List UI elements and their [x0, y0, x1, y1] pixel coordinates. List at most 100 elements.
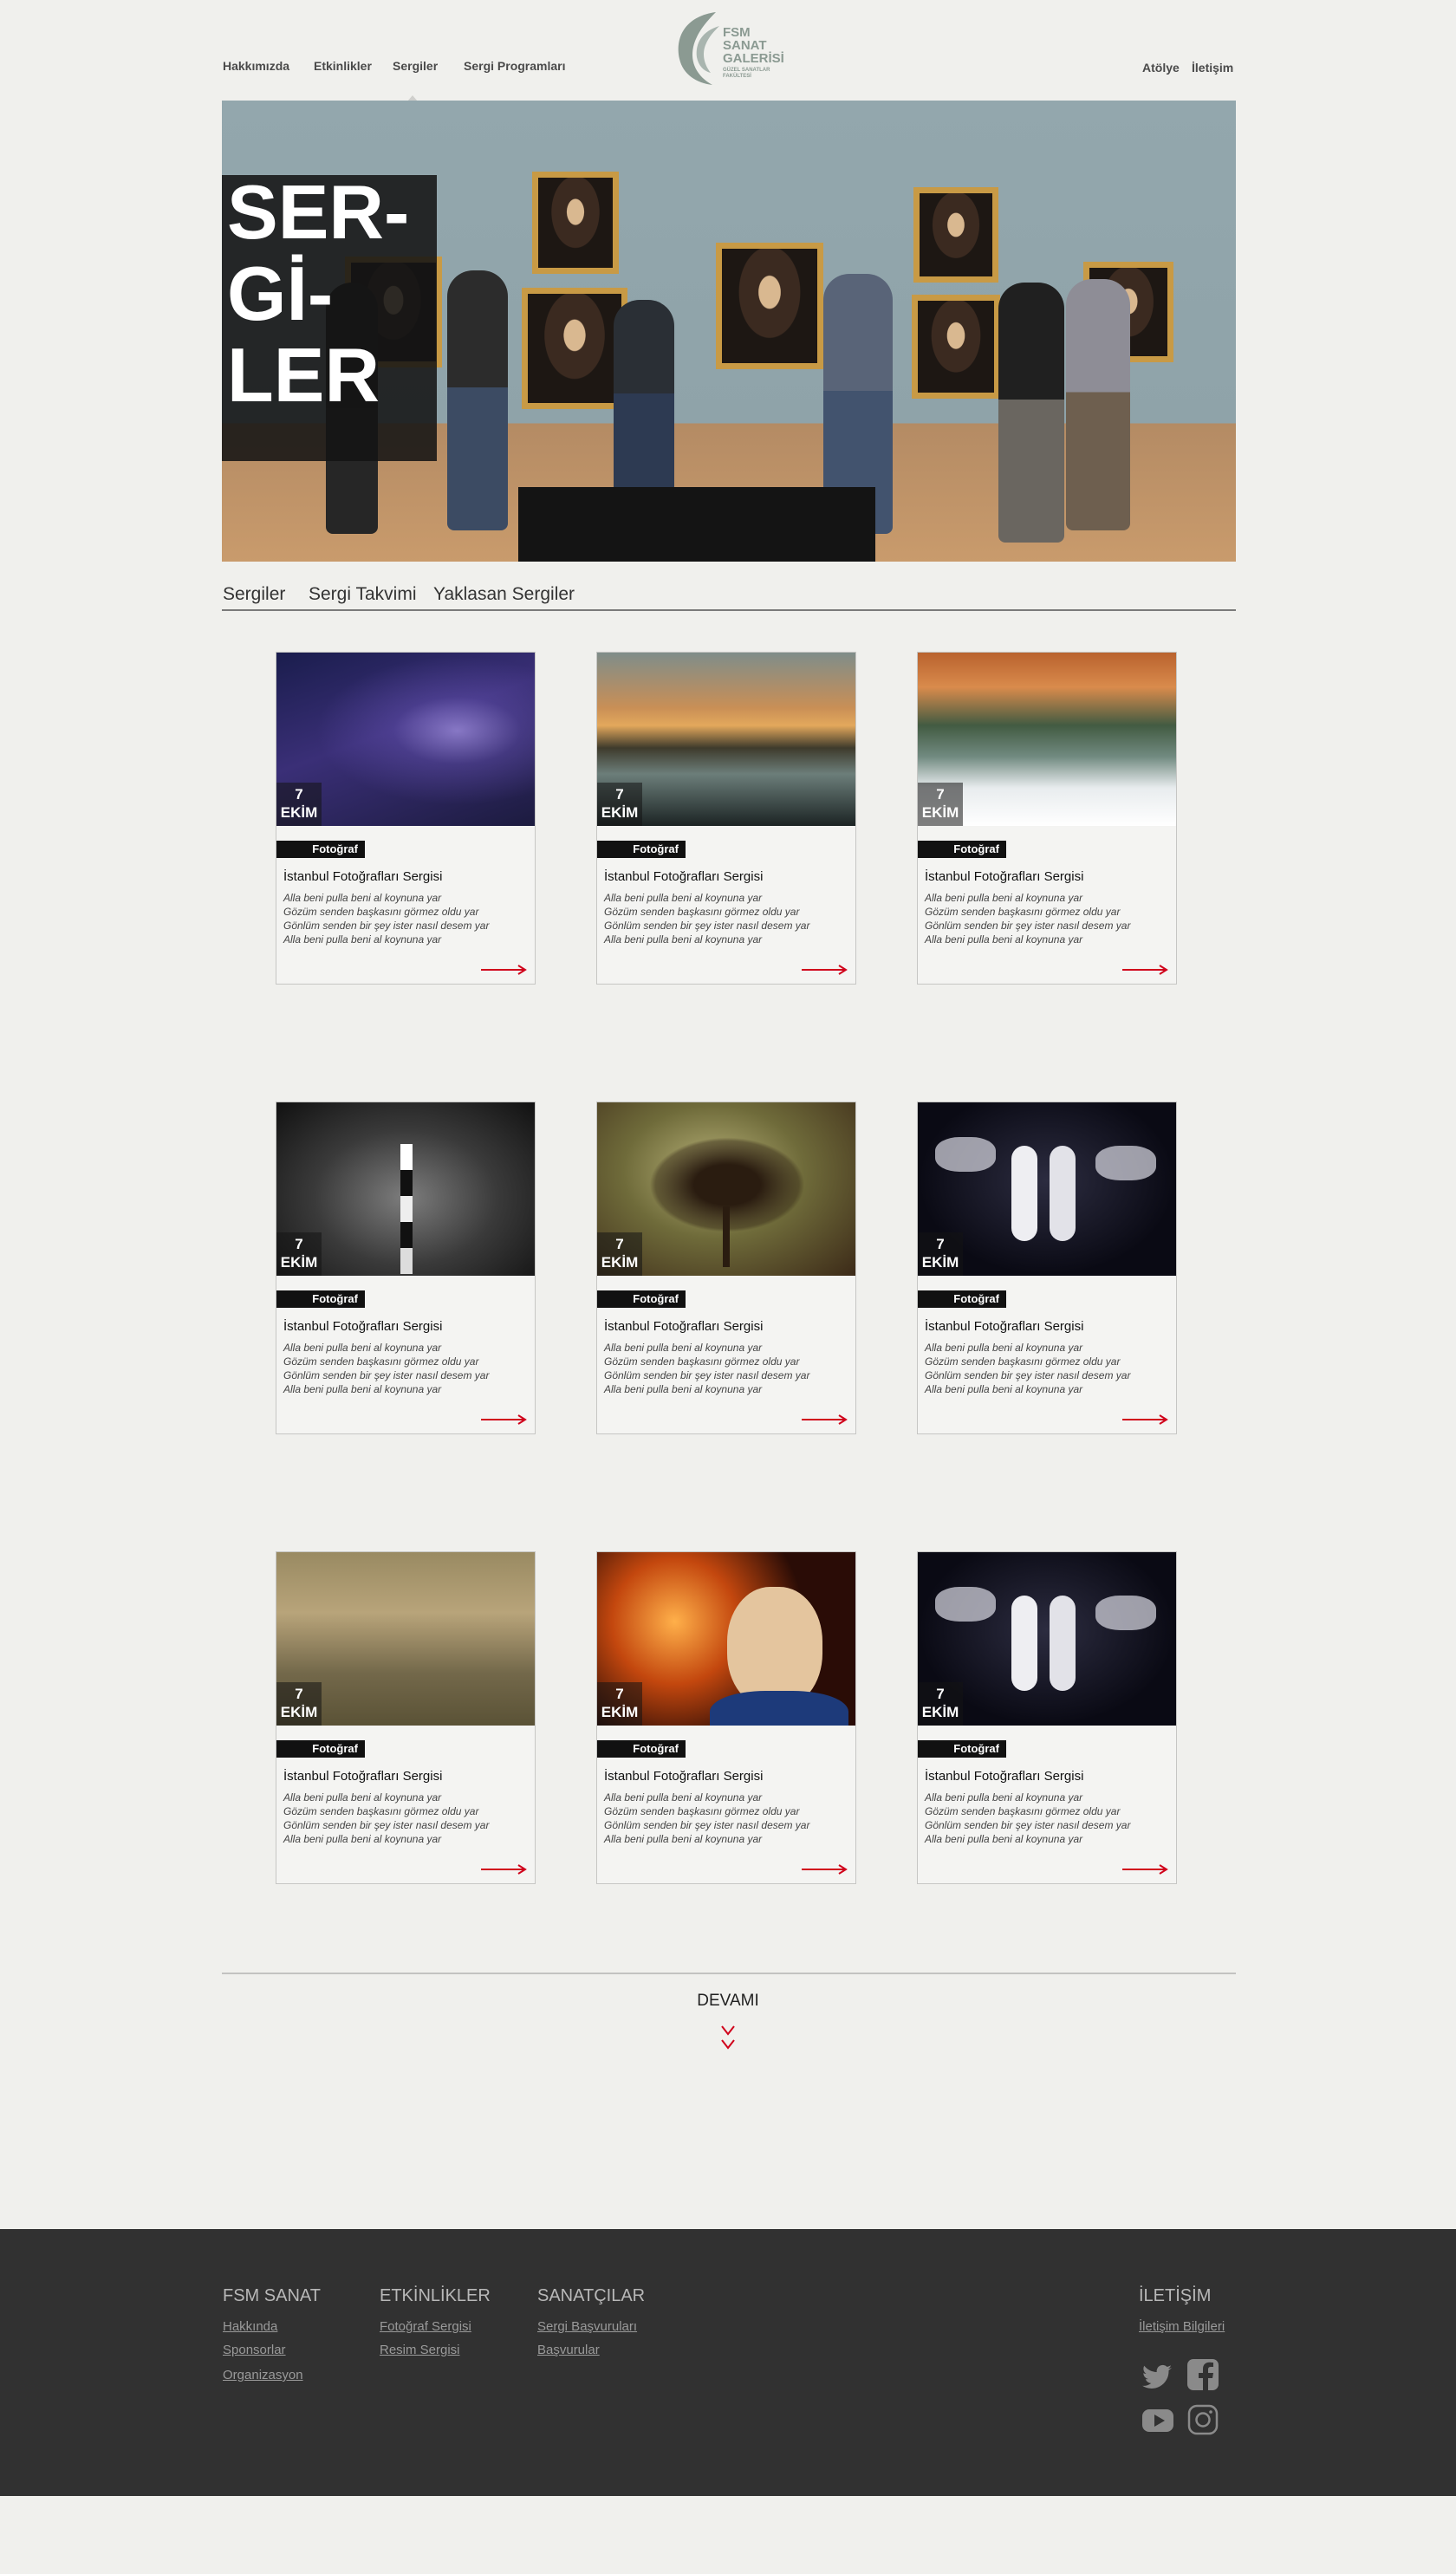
nav-link-atolye[interactable]: Atölye	[1142, 61, 1180, 75]
card-description: Alla beni pulla beni al koynuna yar Gözü…	[283, 1791, 489, 1846]
date-badge: 7 EKİM	[276, 783, 322, 826]
more-button[interactable]: DEVAMI	[685, 1992, 771, 2011]
arrow-right-icon[interactable]	[481, 965, 528, 975]
description-line: Gözüm senden başkasını görmez oldu yar	[604, 1805, 800, 1817]
card-title[interactable]: İstanbul Fotoğrafları Sergisi	[283, 1769, 442, 1784]
exhibition-card[interactable]: 7 EKİM Fotoğraf İstanbul Fotoğrafları Se…	[276, 1551, 536, 1884]
exhibition-card[interactable]: 7 EKİM Fotoğraf İstanbul Fotoğrafları Se…	[596, 1102, 856, 1434]
card-title[interactable]: İstanbul Fotoğrafları Sergisi	[925, 1319, 1083, 1334]
gallery-portrait	[532, 172, 619, 274]
card-title[interactable]: İstanbul Fotoğrafları Sergisi	[604, 1319, 763, 1334]
gallery-portrait	[716, 243, 823, 369]
category-badge: Fotoğraf	[276, 1740, 365, 1758]
footer-link-basvurular[interactable]: Başvurular	[537, 2343, 600, 2357]
arrow-right-icon[interactable]	[802, 1864, 848, 1875]
date-badge: 7 EKİM	[918, 1682, 963, 1726]
description-line: Alla beni pulla beni al koynuna yar	[925, 1791, 1083, 1804]
footer-link-hakkinda[interactable]: Hakkında	[223, 2319, 277, 2334]
date-month: EKİM	[921, 1704, 959, 1720]
exhibition-card[interactable]: 7 EKİM Fotoğraf İstanbul Fotoğrafları Se…	[276, 652, 536, 985]
description-line: Gönlüm senden bir şey ister nasıl desem …	[604, 920, 810, 932]
youtube-icon[interactable]	[1141, 2402, 1175, 2437]
date-badge: 7 EKİM	[918, 783, 963, 826]
card-description: Alla beni pulla beni al koynuna yar Gözü…	[925, 891, 1130, 946]
nav-link-hakkimizda[interactable]: Hakkımızda	[223, 59, 289, 73]
exhibition-card[interactable]: 7 EKİM Fotoğraf İstanbul Fotoğrafları Se…	[917, 1102, 1177, 1434]
date-month: EKİM	[601, 1254, 639, 1271]
description-line: Gözüm senden başkasını görmez oldu yar	[283, 1805, 479, 1817]
description-line: Alla beni pulla beni al koynuna yar	[604, 1833, 763, 1845]
instagram-icon[interactable]	[1186, 2402, 1220, 2437]
arrow-right-icon[interactable]	[1122, 965, 1169, 975]
facebook-icon[interactable]	[1186, 2357, 1220, 2392]
tab-sergiler[interactable]: Sergiler	[223, 584, 285, 605]
date-day: 7	[615, 786, 624, 803]
description-line: Alla beni pulla beni al koynuna yar	[925, 1342, 1083, 1354]
description-line: Gönlüm senden bir şey ister nasıl desem …	[283, 920, 490, 932]
hero-title-line: LER	[227, 332, 380, 418]
chevron-down-icon[interactable]	[719, 2023, 737, 2054]
nav-link-etkinlikler[interactable]: Etkinlikler	[314, 59, 372, 73]
card-title[interactable]: İstanbul Fotoğrafları Sergisi	[925, 1769, 1083, 1784]
exhibition-card[interactable]: 7 EKİM Fotoğraf İstanbul Fotoğrafları Se…	[917, 652, 1177, 985]
card-description: Alla beni pulla beni al koynuna yar Gözü…	[604, 891, 809, 946]
card-description: Alla beni pulla beni al koynuna yar Gözü…	[925, 1791, 1130, 1846]
logo-sub-line: GÜZEL SANATLAR	[723, 68, 770, 73]
card-title[interactable]: İstanbul Fotoğrafları Sergisi	[604, 869, 763, 884]
arrow-right-icon[interactable]	[481, 1414, 528, 1425]
logo-line: GALERİSİ	[723, 51, 784, 66]
date-badge: 7 EKİM	[597, 1682, 642, 1726]
category-badge: Fotoğraf	[276, 1290, 365, 1308]
arrow-right-icon[interactable]	[802, 965, 848, 975]
nav-link-sergi-programlari[interactable]: Sergi Programları	[464, 59, 566, 73]
gallery-portrait	[913, 187, 998, 283]
nav-link-sergiler[interactable]: Sergiler	[393, 59, 438, 73]
arrow-right-icon[interactable]	[1122, 1414, 1169, 1425]
tab-sergi-takvimi[interactable]: Sergi Takvimi	[309, 584, 416, 605]
hero-banner: SER- Gİ- LER	[222, 101, 1236, 562]
logo[interactable]: FSM SANAT GALERİSİ GÜZEL SANATLAR FAKÜLT…	[671, 9, 792, 88]
card-title[interactable]: İstanbul Fotoğrafları Sergisi	[283, 869, 442, 884]
description-line: Alla beni pulla beni al koynuna yar	[604, 1791, 763, 1804]
card-title[interactable]: İstanbul Fotoğrafları Sergisi	[604, 1769, 763, 1784]
card-title[interactable]: İstanbul Fotoğrafları Sergisi	[283, 1319, 442, 1334]
footer-heading: ETKİNLİKLER	[380, 2286, 491, 2305]
footer-link-iletisim-bilgileri[interactable]: İletişim Bilgileri	[1139, 2319, 1225, 2334]
category-badge: Fotoğraf	[918, 841, 1006, 858]
exhibition-card[interactable]: 7 EKİM Fotoğraf İstanbul Fotoğrafları Se…	[917, 1551, 1177, 1884]
visitor-figure	[998, 283, 1064, 543]
arrow-right-icon[interactable]	[481, 1864, 528, 1875]
exhibition-card[interactable]: 7 EKİM Fotoğraf İstanbul Fotoğrafları Se…	[596, 652, 856, 985]
date-month: EKİM	[280, 804, 318, 821]
card-description: Alla beni pulla beni al koynuna yar Gözü…	[604, 1341, 809, 1396]
arrow-right-icon[interactable]	[1122, 1864, 1169, 1875]
footer-link-sergi-basvurulari[interactable]: Sergi Başvuruları	[537, 2319, 637, 2334]
twitter-icon[interactable]	[1141, 2359, 1175, 2394]
exhibition-card[interactable]: 7 EKİM Fotoğraf İstanbul Fotoğrafları Se…	[596, 1551, 856, 1884]
footer-link-organizasyon[interactable]: Organizasyon	[223, 2368, 303, 2382]
description-line: Gözüm senden başkasını görmez oldu yar	[604, 1355, 800, 1368]
description-line: Alla beni pulla beni al koynuna yar	[283, 1342, 442, 1354]
description-line: Gözüm senden başkasını görmez oldu yar	[604, 906, 800, 918]
arrow-right-icon[interactable]	[802, 1414, 848, 1425]
date-day: 7	[295, 1686, 303, 1702]
description-line: Alla beni pulla beni al koynuna yar	[604, 1383, 763, 1395]
exhibition-card[interactable]: 7 EKİM Fotoğraf İstanbul Fotoğrafları Se…	[276, 1102, 536, 1434]
date-day: 7	[615, 1686, 624, 1702]
hero-title-line: SER-	[227, 169, 410, 255]
nav-link-iletisim[interactable]: İletişim	[1192, 61, 1233, 75]
logo-sub-line: FAKÜLTESİ	[723, 74, 751, 79]
gallery-bench	[518, 487, 875, 562]
description-line: Gözüm senden başkasını görmez oldu yar	[925, 906, 1121, 918]
tabs-divider	[222, 609, 1236, 611]
description-line: Alla beni pulla beni al koynuna yar	[283, 892, 442, 904]
gallery-portrait	[522, 288, 627, 409]
footer-heading: İLETİŞİM	[1139, 2286, 1212, 2305]
description-line: Alla beni pulla beni al koynuna yar	[925, 1833, 1083, 1845]
footer-link-sponsorlar[interactable]: Sponsorlar	[223, 2343, 286, 2357]
footer-link-fotograf-sergisi[interactable]: Fotoğraf Sergisi	[380, 2319, 471, 2334]
footer: FSM SANAT Hakkında Sponsorlar Organizasy…	[0, 2229, 1456, 2496]
card-title[interactable]: İstanbul Fotoğrafları Sergisi	[925, 869, 1083, 884]
footer-link-resim-sergisi[interactable]: Resim Sergisi	[380, 2343, 460, 2357]
tab-yaklasan-sergiler[interactable]: Yaklasan Sergiler	[433, 584, 575, 605]
